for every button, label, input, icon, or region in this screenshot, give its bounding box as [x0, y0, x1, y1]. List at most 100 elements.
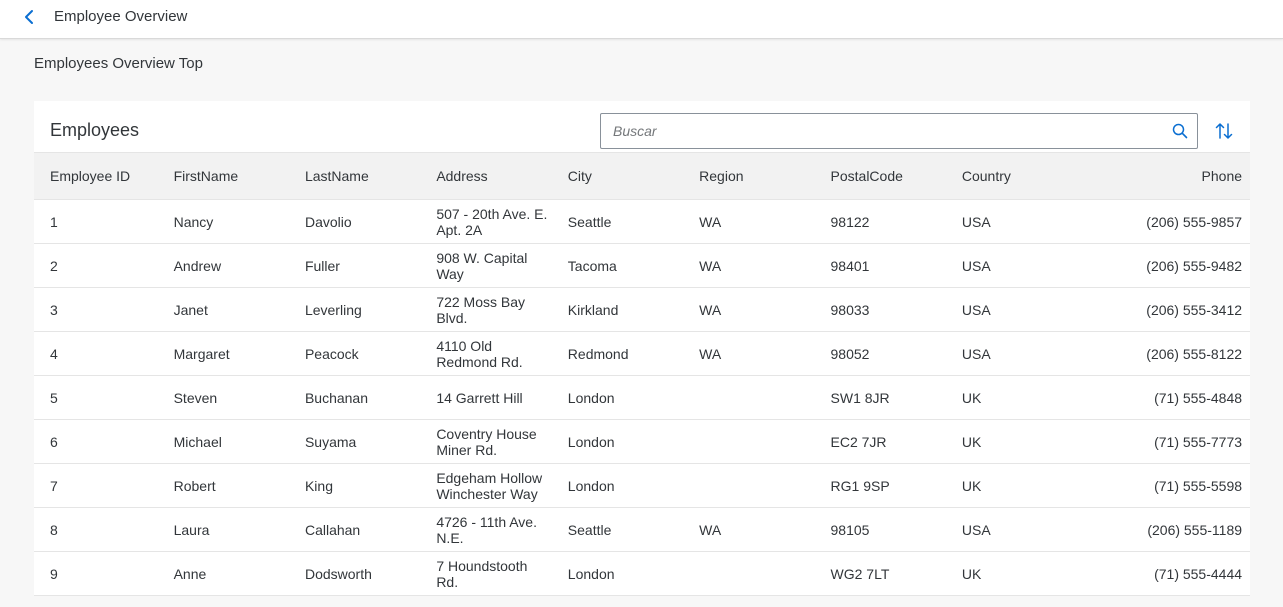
lastname-cell: Davolio [304, 213, 352, 230]
employee-id-cell: 2 [50, 257, 58, 274]
address-cell: 908 W. Capital Way [436, 249, 528, 282]
firstname-cell: Janet [173, 301, 208, 318]
postalcode-cell: EC2 7JR [830, 433, 887, 450]
table-row[interactable]: 6 Michael Suyama Coventry House Miner Rd. Lo… [34, 420, 1250, 464]
employee-id-cell: 7 [50, 477, 58, 494]
lastname-cell: Dodsworth [304, 565, 372, 582]
city-cell: Redmond [567, 345, 629, 362]
column-header-postalcode[interactable]: PostalCode [815, 168, 946, 184]
column-header-lastname[interactable]: LastName [289, 168, 420, 184]
city-cell: London [567, 433, 615, 450]
column-header-city[interactable]: City [552, 168, 683, 184]
country-cell: USA [961, 301, 991, 318]
phone-cell: (206) 555-1189 [1147, 521, 1243, 538]
back-button[interactable] [18, 6, 40, 28]
address-cell: Coventry House Miner Rd. [436, 425, 537, 458]
table-row[interactable]: 8 Laura Callahan 4726 - 11th Ave. N.E. Seatt… [34, 508, 1250, 552]
region-cell: WA [699, 345, 722, 362]
city-cell: Kirkland [567, 301, 619, 318]
firstname-cell: Robert [173, 477, 216, 494]
firstname-cell: Laura [173, 521, 210, 538]
employee-id-cell: 4 [50, 345, 58, 362]
region-cell: WA [699, 301, 722, 318]
table-body: 1 Nancy Davolio 507 - 20th Ave. E. Apt. 2A S… [34, 200, 1250, 596]
phone-cell: (71) 555-7773 [1154, 433, 1243, 450]
search-icon [1172, 123, 1188, 139]
lastname-cell: Suyama [304, 433, 357, 450]
employee-id-cell: 9 [50, 565, 58, 582]
address-cell: 722 Moss Bay Blvd. [436, 293, 526, 326]
city-cell: Tacoma [567, 257, 617, 274]
city-cell: Seattle [567, 213, 612, 230]
table-toolbar: Employees [34, 101, 1250, 152]
search-button[interactable] [1169, 120, 1191, 142]
column-header-country[interactable]: Country [946, 168, 1077, 184]
employee-id-cell: 1 [50, 213, 58, 230]
column-header-address[interactable]: Address [420, 168, 551, 184]
search-input[interactable] [601, 114, 1161, 148]
phone-cell: (71) 555-4444 [1154, 565, 1243, 582]
phone-cell: (71) 555-4848 [1154, 389, 1243, 406]
country-cell: USA [961, 345, 991, 362]
postalcode-cell: 98105 [830, 521, 870, 538]
region-cell: WA [699, 213, 722, 230]
region-cell: WA [699, 257, 722, 274]
employees-table-card: Employees Employee ID FirstName LastName… [34, 101, 1250, 596]
table-row[interactable]: 3 Janet Leverling 722 Moss Bay Blvd. Kirklan… [34, 288, 1250, 332]
postalcode-cell: 98052 [830, 345, 870, 362]
country-cell: USA [961, 257, 991, 274]
country-cell: UK [961, 389, 982, 406]
firstname-cell: Michael [173, 433, 222, 450]
section-title: Employees Overview Top [34, 55, 203, 72]
city-cell: Seattle [567, 521, 612, 538]
postalcode-cell: SW1 8JR [830, 389, 890, 406]
table-title: Employees [50, 120, 140, 140]
employee-id-cell: 8 [50, 521, 58, 538]
search-field[interactable] [600, 113, 1198, 149]
table-row[interactable]: 4 Margaret Peacock 4110 Old Redmond Rd. Redm… [34, 332, 1250, 376]
table-header-row: Employee ID FirstName LastName Address C… [34, 152, 1250, 200]
firstname-cell: Nancy [173, 213, 214, 230]
column-header-region[interactable]: Region [683, 168, 814, 184]
address-cell: 4726 - 11th Ave. N.E. [436, 513, 537, 546]
firstname-cell: Andrew [173, 257, 222, 274]
firstname-cell: Anne [173, 565, 207, 582]
postalcode-cell: 98122 [830, 213, 870, 230]
city-cell: London [567, 565, 615, 582]
postalcode-cell: 98033 [830, 301, 870, 318]
table-row[interactable]: 7 Robert King Edgeham Hollow Winchester Way… [34, 464, 1250, 508]
address-cell: 7 Houndstooth Rd. [436, 557, 528, 590]
postalcode-cell: WG2 7LT [830, 565, 890, 582]
table-row[interactable]: 2 Andrew Fuller 908 W. Capital Way Tacoma WA 9… [34, 244, 1250, 288]
phone-cell: (206) 555-9482 [1146, 257, 1243, 274]
column-header-firstname[interactable]: FirstName [158, 168, 289, 184]
country-cell: USA [961, 521, 991, 538]
country-cell: UK [961, 477, 982, 494]
address-cell: 4110 Old Redmond Rd. [436, 337, 523, 370]
phone-cell: (71) 555-5598 [1154, 477, 1243, 494]
postalcode-cell: RG1 9SP [830, 477, 890, 494]
app-header: Employee Overview [0, 0, 1283, 39]
employee-id-cell: 5 [50, 389, 58, 406]
sort-icon [1215, 123, 1233, 139]
phone-cell: (206) 555-3412 [1146, 301, 1243, 318]
address-cell: Edgeham Hollow Winchester Way [436, 469, 543, 502]
column-header-phone[interactable]: Phone [1077, 168, 1250, 184]
table-row[interactable]: 1 Nancy Davolio 507 - 20th Ave. E. Apt. 2A S… [34, 200, 1250, 244]
postalcode-cell: 98401 [830, 257, 870, 274]
lastname-cell: King [304, 477, 333, 494]
lastname-cell: Fuller [304, 257, 340, 274]
phone-cell: (206) 555-8122 [1146, 345, 1243, 362]
city-cell: London [567, 389, 615, 406]
city-cell: London [567, 477, 615, 494]
phone-cell: (206) 555-9857 [1146, 213, 1243, 230]
page-title: Employee Overview [54, 8, 188, 25]
table-row[interactable]: 5 Steven Buchanan 14 Garrett Hill London SW1 … [34, 376, 1250, 420]
table-row[interactable]: 9 Anne Dodsworth 7 Houndstooth Rd. London WG2… [34, 552, 1250, 596]
column-header-employee-id[interactable]: Employee ID [34, 168, 158, 184]
region-cell: WA [699, 521, 722, 538]
employees-table: Employee ID FirstName LastName Address C… [34, 152, 1250, 596]
address-cell: 507 - 20th Ave. E. Apt. 2A [436, 205, 548, 238]
country-cell: USA [961, 213, 991, 230]
sort-button[interactable] [1212, 119, 1236, 143]
